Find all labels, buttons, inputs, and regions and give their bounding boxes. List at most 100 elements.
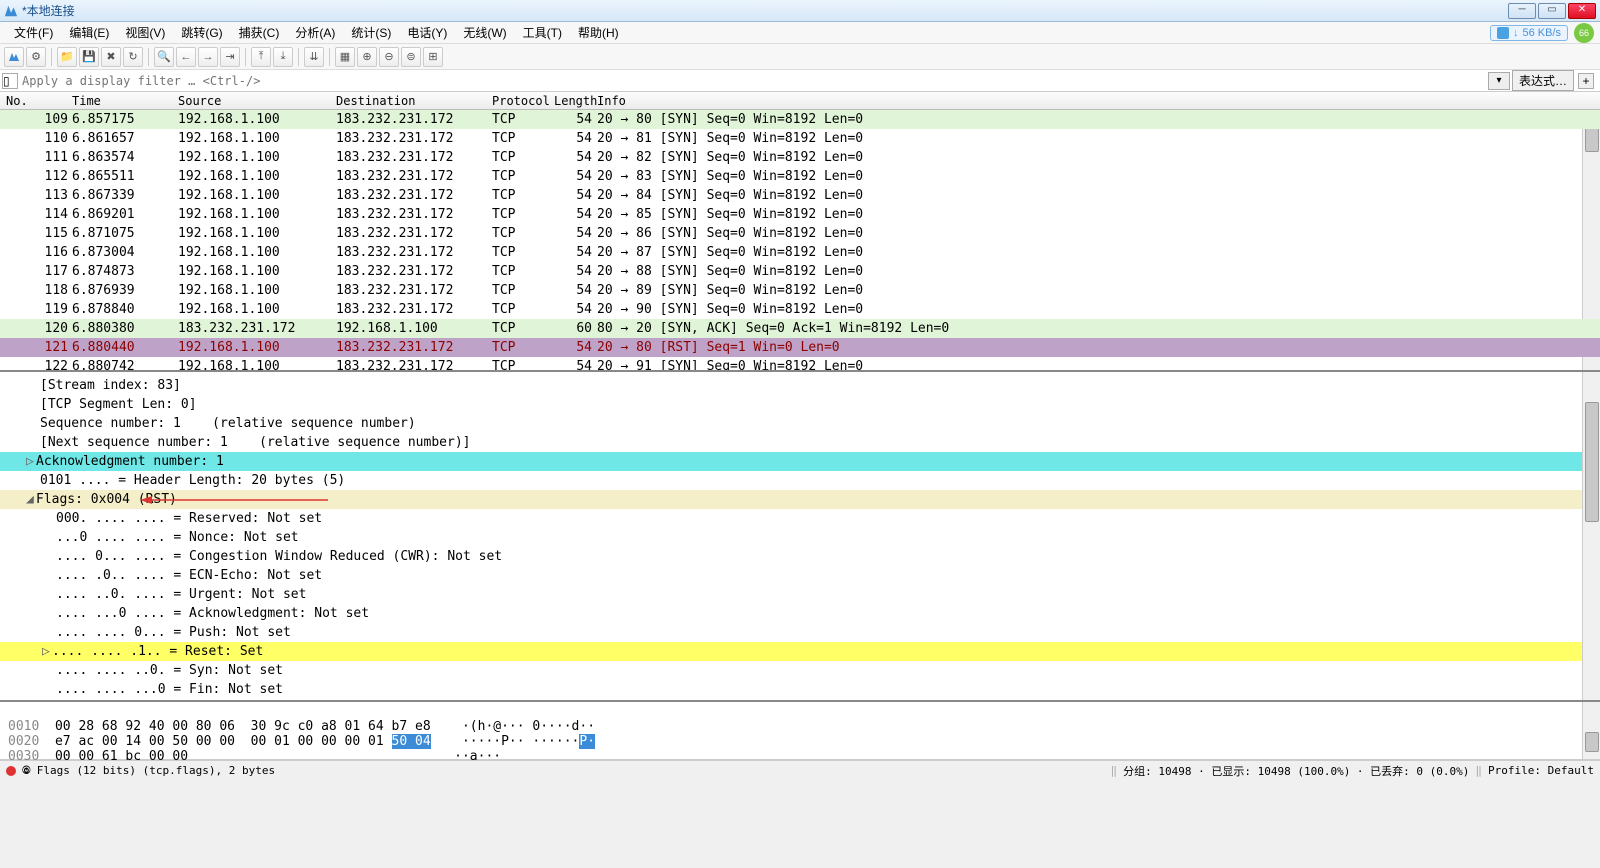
status-packets: 分组: 10498 · 已显示: 10498 (100.0%) · 已丢弃: 0… (1123, 763, 1469, 779)
packet-row[interactable]: 1126.865511192.168.1.100183.232.231.172T… (0, 167, 1600, 186)
col-proto[interactable]: Protocol (492, 94, 550, 108)
detail-seg-len[interactable]: [TCP Segment Len: 0] (0, 395, 1600, 414)
toolbar-interfaces-icon[interactable] (4, 47, 24, 67)
window-title: *本地连接 (22, 2, 1508, 19)
toolbar-zoom-in-icon[interactable]: ⊕ (357, 47, 377, 67)
menu-go[interactable]: 跳转(G) (173, 22, 230, 43)
toolbar-zoom-out-icon[interactable]: ⊖ (379, 47, 399, 67)
menu-edit[interactable]: 编辑(E) (61, 22, 117, 43)
menu-bar: 文件(F) 编辑(E) 视图(V) 跳转(G) 捕获(C) 分析(A) 统计(S… (0, 22, 1600, 44)
detail-flag-reset[interactable]: ▷.... .... .1.. = Reset: Set (0, 642, 1600, 661)
display-filter-input[interactable] (22, 72, 1486, 90)
filter-add-button[interactable]: + (1578, 73, 1594, 89)
col-dest[interactable]: Destination (336, 94, 415, 108)
packet-row[interactable]: 1196.878840192.168.1.100183.232.231.172T… (0, 300, 1600, 319)
bookmark-filter-icon[interactable]: ▯ (2, 73, 18, 89)
detail-flag-cwr[interactable]: .... 0... .... = Congestion Window Reduc… (0, 547, 1600, 566)
title-bar: *本地连接 ─ ▭ ✕ (0, 0, 1600, 22)
packet-row[interactable]: 1106.861657192.168.1.100183.232.231.172T… (0, 129, 1600, 148)
speed-value: 56 KB/s (1522, 27, 1561, 39)
packet-row[interactable]: 1186.876939192.168.1.100183.232.231.172T… (0, 281, 1600, 300)
detail-flag-syn[interactable]: .... .... ..0. = Syn: Not set (0, 661, 1600, 680)
hex-row-0010[interactable]: 0010 00 28 68 92 40 00 80 06 30 9c c0 a8… (8, 719, 595, 734)
toolbar-autoscroll-icon[interactable]: ⇊ (304, 47, 324, 67)
col-source[interactable]: Source (178, 94, 221, 108)
col-info[interactable]: Info (597, 94, 626, 108)
toolbar-find-icon[interactable]: 🔍 (154, 47, 174, 67)
col-no[interactable]: No. (6, 94, 28, 108)
menu-statistics[interactable]: 统计(S) (343, 22, 399, 43)
toolbar: ⚙ 📁 💾 ✖ ↻ 🔍 ← → ⇥ ⤒ ⤓ ⇊ ▦ ⊕ ⊖ ⊜ ⊞ (0, 44, 1600, 70)
packet-row[interactable]: 1156.871075192.168.1.100183.232.231.172T… (0, 224, 1600, 243)
packet-list-header: No. Time Source Destination Protocol Len… (0, 92, 1600, 110)
filter-bar: ▯ ▾ 表达式… + (0, 70, 1600, 92)
toolbar-save-icon[interactable]: 💾 (79, 47, 99, 67)
packet-list[interactable]: 1096.857175192.168.1.100183.232.231.172T… (0, 110, 1600, 372)
detail-flag-push[interactable]: .... .... 0... = Push: Not set (0, 623, 1600, 642)
toolbar-colorize-icon[interactable]: ▦ (335, 47, 355, 67)
collapse-icon[interactable]: ◢ (26, 490, 36, 509)
packet-details[interactable]: [Stream index: 83] [TCP Segment Len: 0] … (0, 372, 1600, 702)
hex-row-0020[interactable]: 0020 e7 ac 00 14 00 50 00 00 00 01 00 00… (8, 734, 595, 749)
packet-row[interactable]: 1096.857175192.168.1.100183.232.231.172T… (0, 110, 1600, 129)
toolbar-close-icon[interactable]: ✖ (101, 47, 121, 67)
col-time[interactable]: Time (72, 94, 101, 108)
close-button[interactable]: ✕ (1568, 3, 1596, 19)
expression-button[interactable]: 表达式… (1512, 70, 1574, 91)
menu-capture[interactable]: 捕获(C) (231, 22, 288, 43)
packet-row[interactable]: 1146.869201192.168.1.100183.232.231.172T… (0, 205, 1600, 224)
hex-row-0030[interactable]: 0030 00 00 61 bc 00 00 ··a··· (8, 749, 501, 764)
hex-scrollbar[interactable] (1582, 702, 1600, 759)
menu-view[interactable]: 视图(V) (117, 22, 173, 43)
expand-icon[interactable]: ▷ (42, 642, 52, 661)
packet-row[interactable]: 1216.880440192.168.1.100183.232.231.172T… (0, 338, 1600, 357)
packet-row[interactable]: 1176.874873192.168.1.100183.232.231.172T… (0, 262, 1600, 281)
maximize-button[interactable]: ▭ (1538, 3, 1566, 19)
status-badge[interactable]: 66 (1574, 23, 1594, 43)
speed-indicator[interactable]: ↓ 56 KB/s (1490, 25, 1568, 41)
wireshark-icon (4, 4, 18, 18)
toolbar-options-icon[interactable]: ⚙ (26, 47, 46, 67)
status-field: Flags (12 bits) (tcp.flags), 2 bytes (37, 764, 275, 777)
toolbar-jump-icon[interactable]: ⇥ (220, 47, 240, 67)
menu-telephony[interactable]: 电话(Y) (399, 22, 455, 43)
packet-row[interactable]: 1136.867339192.168.1.100183.232.231.172T… (0, 186, 1600, 205)
toolbar-resize-cols-icon[interactable]: ⊞ (423, 47, 443, 67)
detail-flag-fin[interactable]: .... .... ...0 = Fin: Not set (0, 680, 1600, 699)
toolbar-zoom-reset-icon[interactable]: ⊜ (401, 47, 421, 67)
detail-flag-urg[interactable]: .... ..0. .... = Urgent: Not set (0, 585, 1600, 604)
detail-flags[interactable]: ◢Flags: 0x004 (RST) (0, 490, 1600, 509)
filter-apply-button[interactable]: ▾ (1488, 72, 1510, 90)
detail-flag-reserved[interactable]: 000. .... .... = Reserved: Not set (0, 509, 1600, 528)
menu-wireless[interactable]: 无线(W) (455, 22, 514, 43)
packet-row[interactable]: 1226.880742192.168.1.100183.232.231.172T… (0, 357, 1600, 372)
detail-flag-ack[interactable]: .... ...0 .... = Acknowledgment: Not set (0, 604, 1600, 623)
minimize-button[interactable]: ─ (1508, 3, 1536, 19)
col-length[interactable]: Length (554, 94, 597, 108)
packet-row[interactable]: 1166.873004192.168.1.100183.232.231.172T… (0, 243, 1600, 262)
toolbar-last-icon[interactable]: ⤓ (273, 47, 293, 67)
menu-analyze[interactable]: 分析(A) (287, 22, 343, 43)
menu-help[interactable]: 帮助(H) (570, 22, 627, 43)
detail-next-seq[interactable]: [Next sequence number: 1 (relative seque… (0, 433, 1600, 452)
toolbar-first-icon[interactable]: ⤒ (251, 47, 271, 67)
link-icon (1497, 27, 1509, 39)
menu-tools[interactable]: 工具(T) (515, 22, 570, 43)
menu-file[interactable]: 文件(F) (6, 22, 61, 43)
detail-hdrlen[interactable]: 0101 .... = Header Length: 20 bytes (5) (0, 471, 1600, 490)
expand-icon[interactable]: ▷ (26, 452, 36, 471)
detail-stream-index[interactable]: [Stream index: 83] (0, 376, 1600, 395)
detail-flag-nonce[interactable]: ...0 .... .... = Nonce: Not set (0, 528, 1600, 547)
toolbar-reload-icon[interactable]: ↻ (123, 47, 143, 67)
packet-bytes[interactable]: 0010 00 28 68 92 40 00 80 06 30 9c c0 a8… (0, 702, 1600, 760)
toolbar-next-icon[interactable]: → (198, 47, 218, 67)
detail-flag-ecn[interactable]: .... .0.. .... = ECN-Echo: Not set (0, 566, 1600, 585)
toolbar-open-icon[interactable]: 📁 (57, 47, 77, 67)
toolbar-prev-icon[interactable]: ← (176, 47, 196, 67)
status-profile[interactable]: Profile: Default (1488, 764, 1594, 777)
details-scrollbar[interactable] (1582, 372, 1600, 702)
packet-row[interactable]: 1116.863574192.168.1.100183.232.231.172T… (0, 148, 1600, 167)
detail-ack[interactable]: ▷Acknowledgment number: 1 (0, 452, 1600, 471)
packet-row[interactable]: 1206.880380183.232.231.172192.168.1.100T… (0, 319, 1600, 338)
detail-seq[interactable]: Sequence number: 1 (relative sequence nu… (0, 414, 1600, 433)
